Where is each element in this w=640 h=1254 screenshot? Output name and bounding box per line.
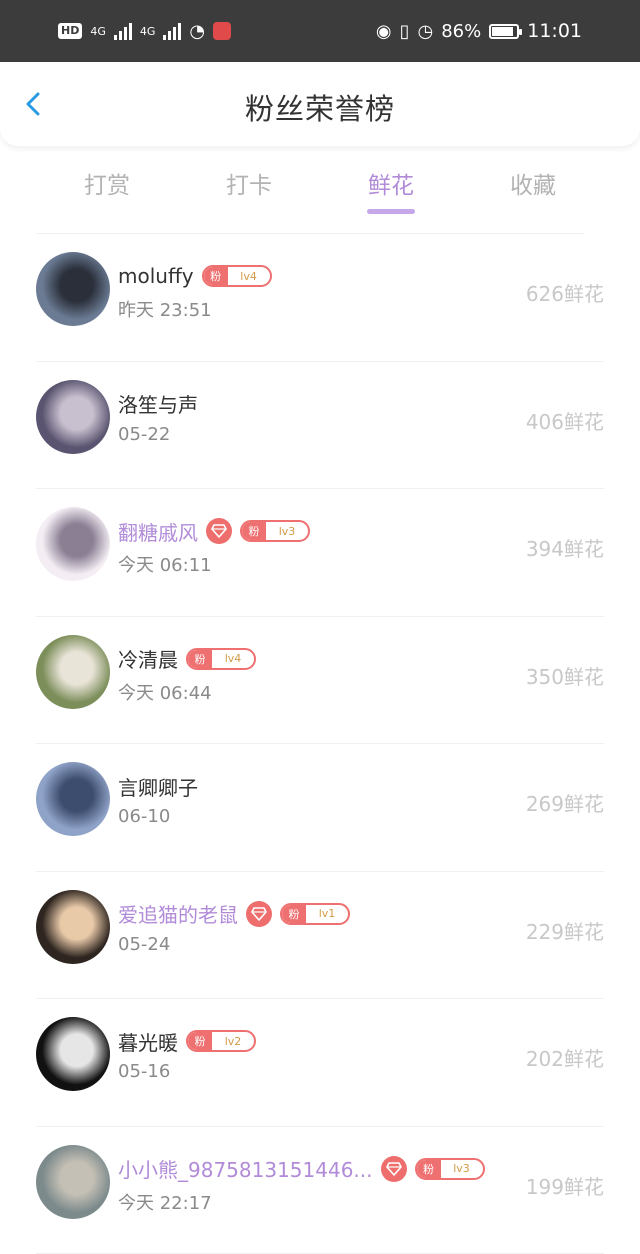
fan-row[interactable]: 翻糖戚风 粉lv3 今天 06:11 394鲜花	[0, 489, 640, 617]
flower-amount: 406鲜花	[526, 406, 604, 435]
fan-level-badge: 粉lv3	[240, 520, 310, 542]
fan-badge-label: 粉	[204, 267, 228, 285]
user-name[interactable]: 言卿卿子	[118, 772, 198, 801]
fan-badge-label: 粉	[242, 522, 266, 540]
user-name[interactable]: 爱追猫的老鼠	[118, 899, 238, 928]
status-bar: HD 4G 4G ◔ ◉ ▯ ◷ 86% 11:01	[0, 0, 640, 62]
tab-tip[interactable]: 打赏	[36, 158, 178, 218]
speed-icon: ◷	[418, 21, 434, 42]
tab-checkin[interactable]: 打卡	[178, 158, 320, 218]
fan-badge-level: lv3	[441, 1162, 483, 1175]
fan-badge-level: lv4	[228, 270, 270, 283]
header-bar: 粉丝荣誉榜	[0, 62, 640, 146]
fan-row[interactable]: 言卿卿子 06-10 269鲜花	[0, 744, 640, 872]
flower-amount: 199鲜花	[526, 1171, 604, 1200]
avatar[interactable]	[36, 507, 110, 581]
vibrate-icon: ▯	[400, 21, 410, 42]
battery-percent: 86%	[441, 21, 481, 42]
flower-amount: 269鲜花	[526, 788, 604, 817]
diamond-icon	[381, 1156, 407, 1182]
fan-badge-level: lv3	[266, 525, 308, 538]
tab-bar: 打赏 打卡 鲜花 收藏	[36, 158, 604, 218]
name-line: 洛笙与声	[118, 390, 198, 418]
fan-badge-level: lv2	[212, 1035, 254, 1048]
fan-row[interactable]: moluffy 粉lv4 昨天 23:51 626鲜花	[0, 234, 640, 362]
gift-time: 05-22	[118, 424, 170, 445]
fan-badge-level: lv1	[306, 907, 348, 920]
gift-time: 05-16	[118, 1061, 170, 1082]
avatar[interactable]	[36, 252, 110, 326]
name-line: 冷清晨粉lv4	[118, 645, 256, 673]
name-line: 爱追猫的老鼠 粉lv1	[118, 900, 350, 928]
diamond-icon	[206, 518, 232, 544]
diamond-icon	[246, 901, 272, 927]
app-notification-icon	[213, 22, 231, 40]
fan-level-badge: 粉lv4	[202, 265, 272, 287]
avatar[interactable]	[36, 1145, 110, 1219]
tab-flowers[interactable]: 鲜花	[320, 158, 462, 218]
signal-icon-2	[163, 22, 181, 40]
gift-time: 06-10	[118, 806, 170, 827]
avatar[interactable]	[36, 380, 110, 454]
name-line: 暮光暖粉lv2	[118, 1027, 256, 1055]
user-name[interactable]: 小小熊_9875813151446...	[118, 1154, 373, 1183]
name-line: 言卿卿子	[118, 772, 198, 800]
fan-row[interactable]: 冷清晨粉lv4 今天 06:44 350鲜花	[0, 617, 640, 745]
gift-time: 05-24	[118, 934, 170, 955]
user-name[interactable]: moluffy	[118, 264, 194, 288]
flower-amount: 350鲜花	[526, 661, 604, 690]
network-type-2: 4G	[140, 25, 156, 38]
gift-time: 昨天 23:51	[118, 296, 212, 322]
network-type-1: 4G	[90, 25, 106, 38]
avatar[interactable]	[36, 635, 110, 709]
page-title: 粉丝荣誉榜	[0, 86, 640, 128]
gift-time: 今天 22:17	[118, 1189, 212, 1215]
user-name[interactable]: 洛笙与声	[118, 389, 198, 418]
fan-level-badge: 粉lv3	[415, 1158, 485, 1180]
data-saver-icon: ◔	[189, 21, 205, 42]
fan-badge-level: lv4	[212, 652, 254, 665]
flower-amount: 394鲜花	[526, 533, 604, 562]
avatar[interactable]	[36, 762, 110, 836]
clock: 11:01	[527, 20, 582, 42]
avatar[interactable]	[36, 890, 110, 964]
flower-amount: 626鲜花	[526, 278, 604, 307]
status-right: ◉ ▯ ◷ 86% 11:01	[376, 20, 582, 42]
fan-badge-label: 粉	[417, 1160, 441, 1178]
name-line: moluffy 粉lv4	[118, 262, 272, 290]
gift-time: 今天 06:44	[118, 679, 212, 705]
fan-row[interactable]: 暮光暖粉lv2 05-16 202鲜花	[0, 999, 640, 1127]
fan-badge-label: 粉	[188, 1032, 212, 1050]
flower-amount: 229鲜花	[526, 916, 604, 945]
flower-amount: 202鲜花	[526, 1043, 604, 1072]
fan-level-badge: 粉lv1	[280, 903, 350, 925]
signal-icon	[114, 22, 132, 40]
user-name[interactable]: 翻糖戚风	[118, 517, 198, 546]
fan-ranking-list: moluffy粉lv4昨天 23:51626鲜花洛笙与声05-22406鲜花翻糖…	[0, 234, 640, 1254]
avatar[interactable]	[36, 1017, 110, 1091]
tab-collect[interactable]: 收藏	[462, 158, 604, 218]
fan-badge-label: 粉	[282, 905, 306, 923]
gift-time: 今天 06:11	[118, 551, 212, 577]
battery-icon	[489, 24, 519, 39]
status-left: HD 4G 4G ◔	[58, 21, 231, 42]
hd-indicator: HD	[58, 23, 82, 39]
fan-level-badge: 粉lv4	[186, 648, 256, 670]
user-name[interactable]: 冷清晨	[118, 644, 178, 673]
eye-comfort-icon: ◉	[376, 21, 392, 42]
name-line: 翻糖戚风 粉lv3	[118, 517, 310, 545]
user-name[interactable]: 暮光暖	[118, 1027, 178, 1056]
fan-row[interactable]: 洛笙与声 05-22 406鲜花	[0, 362, 640, 490]
fan-row[interactable]: 小小熊_9875813151446... 粉lv3 今天 22:17 199鲜花	[0, 1127, 640, 1254]
name-line: 小小熊_9875813151446... 粉lv3	[118, 1155, 485, 1183]
fan-row[interactable]: 爱追猫的老鼠 粉lv1 05-24 229鲜花	[0, 872, 640, 1000]
fan-level-badge: 粉lv2	[186, 1030, 256, 1052]
fan-badge-label: 粉	[188, 650, 212, 668]
